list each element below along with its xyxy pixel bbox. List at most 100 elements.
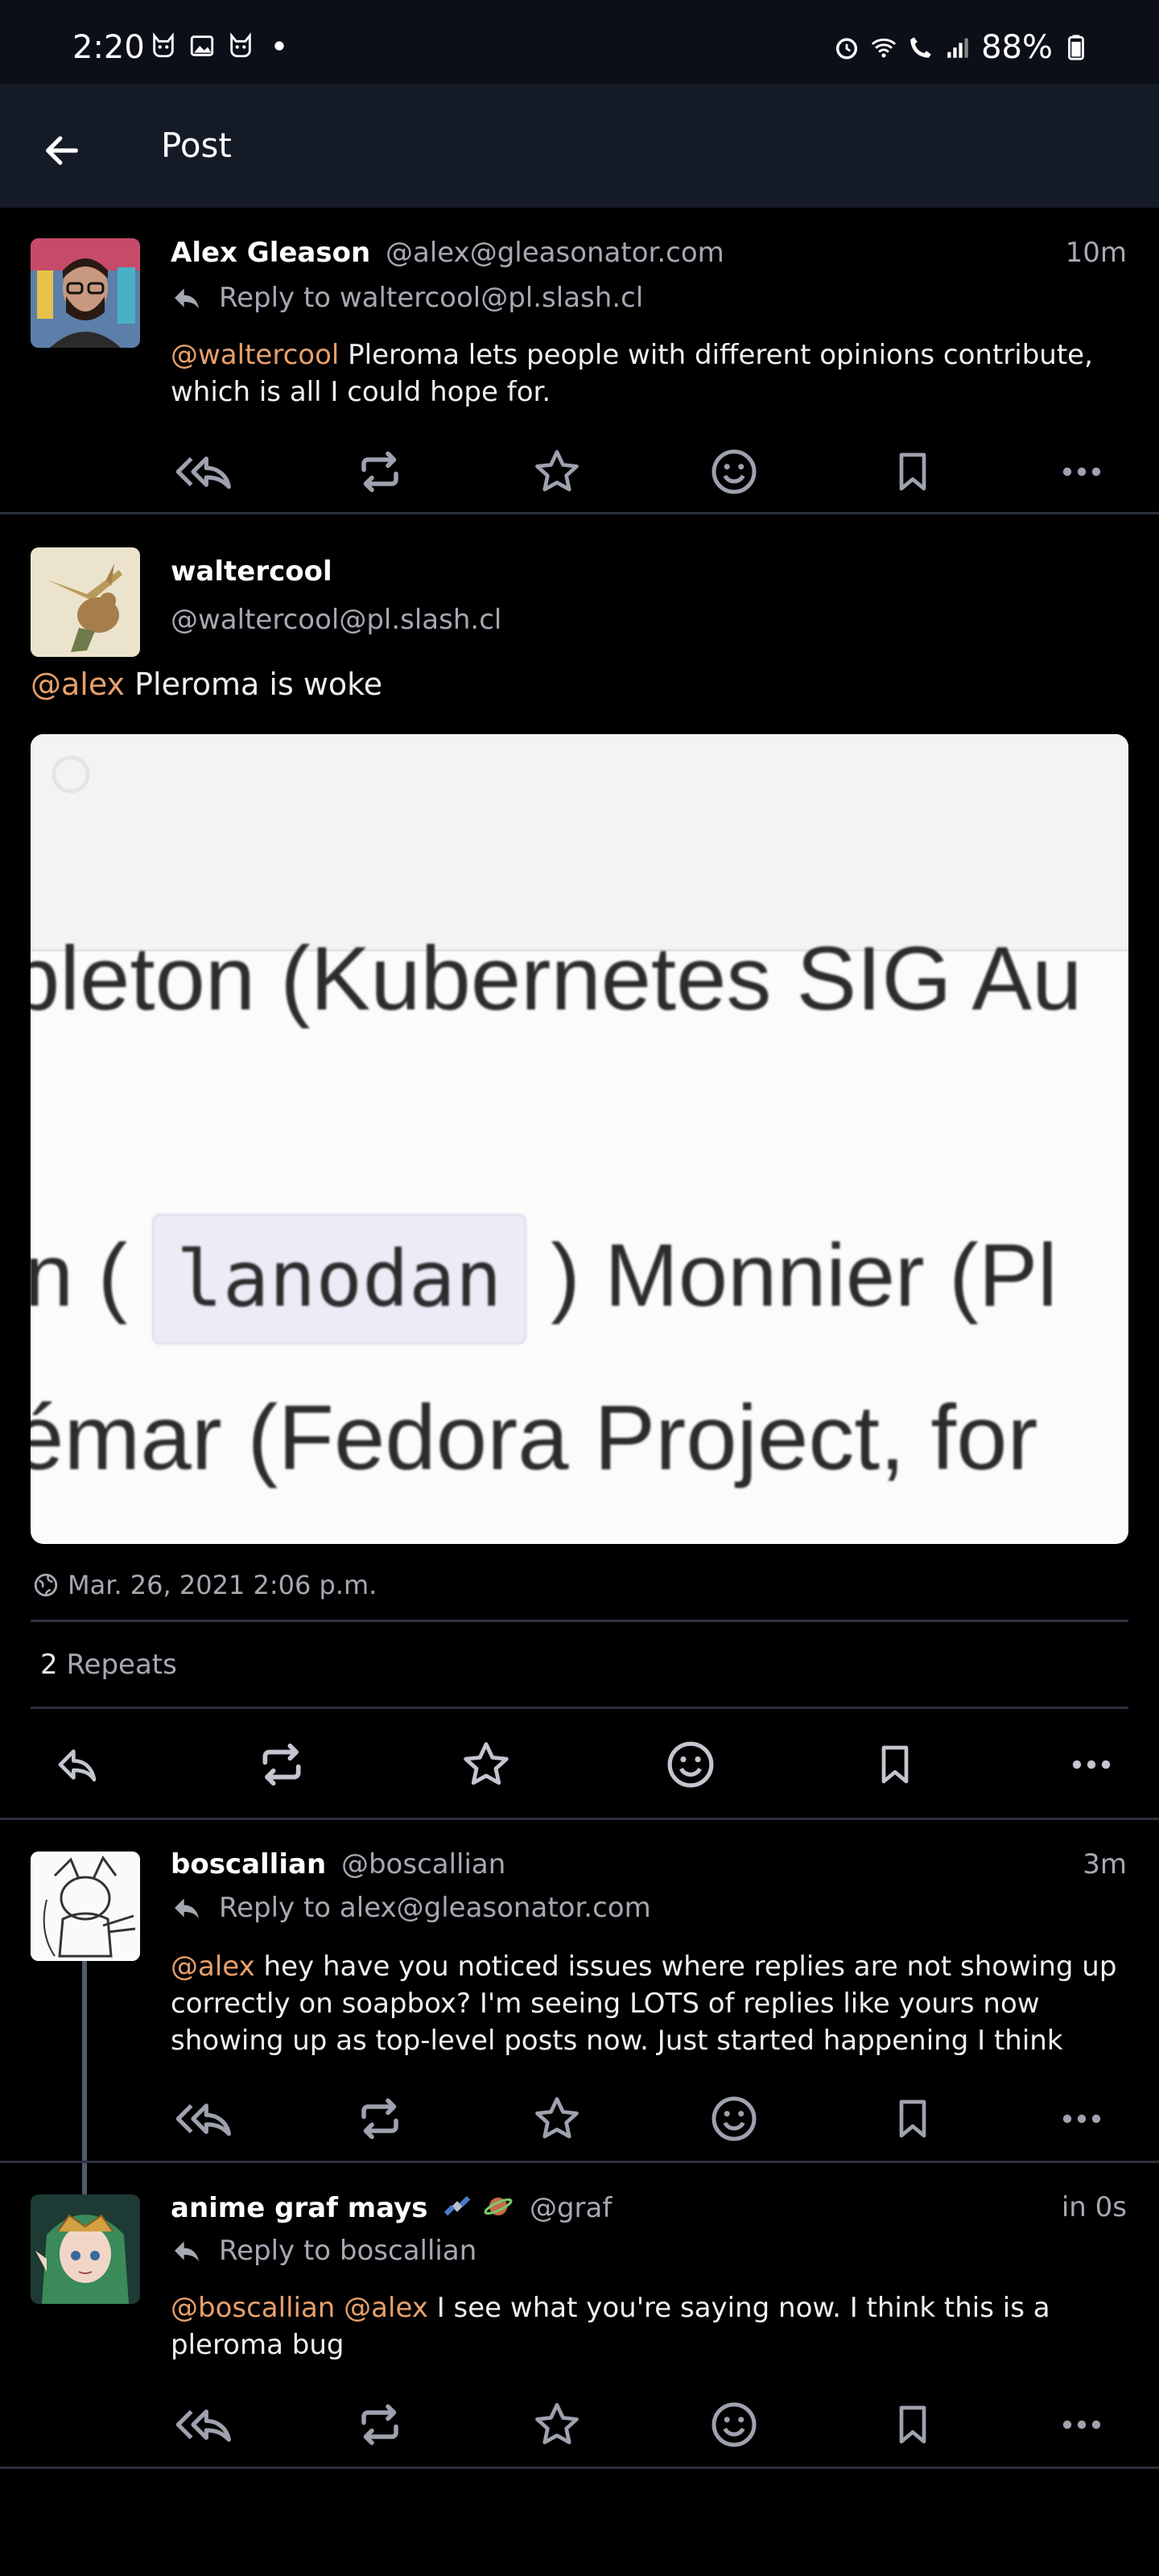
star-icon	[535, 2097, 579, 2139]
more-icon	[1062, 2114, 1101, 2124]
eye-icon[interactable]	[48, 752, 93, 797]
favourite-button[interactable]	[525, 440, 589, 504]
repost-button[interactable]	[250, 1732, 314, 1797]
notification-icons	[150, 32, 293, 60]
avatar-image	[31, 1852, 140, 1961]
more-button[interactable]	[1059, 1732, 1124, 1797]
reply-all-icon	[176, 2103, 231, 2136]
reply-all-icon	[176, 2409, 231, 2442]
user-handle-line[interactable]: @waltercool@pl.slash.cl	[171, 604, 501, 636]
emoji-icon	[667, 1741, 714, 1788]
more-icon	[1062, 467, 1101, 477]
call-icon	[910, 37, 931, 58]
more-button[interactable]	[1050, 440, 1114, 504]
avatar-image	[31, 2194, 140, 2304]
repost-icon	[361, 2098, 398, 2140]
post-date[interactable]: Mar. 26, 2021 2:06 p.m.	[32, 1570, 377, 1600]
reply-all-icon	[176, 456, 231, 489]
post-time[interactable]: 10m	[1066, 237, 1127, 269]
image-icon	[190, 35, 214, 56]
more-icon	[1062, 2420, 1101, 2429]
media-attachment[interactable]: pleton (Kubernetes SIG Au n ( lanodan ) …	[31, 734, 1128, 1544]
emoji-react-button[interactable]	[702, 440, 766, 504]
bookmark-icon	[899, 452, 926, 491]
media-text-line: émar (Fedora Project, for	[31, 1387, 1038, 1489]
bookmark-button[interactable]	[881, 440, 945, 504]
post-date-text: Mar. 26, 2021 2:06 p.m.	[68, 1570, 377, 1600]
more-button[interactable]	[1050, 2392, 1114, 2457]
globe-icon	[34, 1573, 58, 1597]
bookmark-button[interactable]	[863, 1732, 927, 1797]
reply-all-button[interactable]	[172, 2087, 237, 2151]
mention-link[interactable]: @boscallian @alex	[171, 2292, 428, 2324]
post-author[interactable]: Alex Gleason @alex@gleasonator.com	[171, 237, 724, 269]
star-icon	[535, 450, 579, 492]
emoji-icon	[711, 2096, 757, 2141]
media-header-band	[31, 734, 1128, 952]
main-post-actions	[0, 1732, 1159, 1797]
post-author[interactable]: anime graf mays @graf	[171, 2191, 612, 2224]
reply-post-ancestor[interactable]: Alex Gleason @alex@gleasonator.com 10m R…	[0, 208, 1159, 514]
display-name[interactable]: waltercool	[171, 555, 332, 588]
reply-post[interactable]: anime graf mays @graf in 0s Reply to bos…	[0, 2162, 1159, 2468]
reply-to-line[interactable]: Reply to boscallian	[171, 2235, 476, 2267]
bookmark-button[interactable]	[881, 2087, 945, 2151]
avatar[interactable]	[31, 547, 140, 657]
display-name[interactable]: boscallian	[171, 1848, 326, 1880]
reply-all-button[interactable]	[172, 2392, 237, 2457]
repost-button[interactable]	[348, 440, 412, 504]
favourite-button[interactable]	[454, 1732, 518, 1797]
repeats-count[interactable]: 2 Repeats	[40, 1649, 177, 1681]
post-content: @boscallian @alex I see what you're sayi…	[171, 2289, 1128, 2363]
planet-emoji-icon	[484, 2197, 513, 2216]
post-text: hey have you noticed issues where replie…	[171, 1951, 1117, 2057]
reply-button[interactable]	[45, 1732, 109, 1797]
divider	[31, 1620, 1128, 1622]
post-content: @alex hey have you noticed issues where …	[171, 1948, 1128, 2059]
emoji-react-button[interactable]	[702, 2392, 766, 2457]
more-button[interactable]	[1050, 2087, 1114, 2151]
battery-percent: 88%	[981, 29, 1053, 66]
repost-button[interactable]	[348, 2392, 412, 2457]
favourite-button[interactable]	[525, 2392, 589, 2457]
user-handle[interactable]: @graf	[530, 2192, 612, 2224]
display-name[interactable]: Alex Gleason	[171, 237, 370, 269]
bookmark-button[interactable]	[881, 2392, 945, 2457]
mention-link[interactable]: @alex	[31, 667, 125, 702]
wifi-icon	[871, 38, 897, 58]
emoji-react-button[interactable]	[658, 1732, 723, 1797]
avatar[interactable]	[31, 238, 140, 348]
post-time[interactable]: 3m	[1083, 1848, 1127, 1880]
emoji-icon	[711, 449, 757, 494]
emoji-react-button[interactable]	[702, 2087, 766, 2151]
post-author[interactable]: waltercool	[171, 555, 332, 588]
mention-link[interactable]: @waltercool	[171, 339, 339, 371]
favourite-button[interactable]	[525, 2087, 589, 2151]
mention-link[interactable]: @alex	[171, 1951, 255, 1983]
reply-icon	[175, 2241, 199, 2262]
post-content: @waltercool Pleroma lets people with dif…	[171, 336, 1128, 411]
app-bar: Post	[0, 84, 1159, 208]
repeats-number: 2	[40, 1649, 58, 1681]
user-handle[interactable]: @alex@gleasonator.com	[386, 237, 724, 269]
post-author[interactable]: boscallian @boscallian	[171, 1848, 505, 1880]
repost-button[interactable]	[348, 2087, 412, 2151]
avatar-image	[31, 238, 140, 348]
user-handle[interactable]: @waltercool@pl.slash.cl	[171, 604, 501, 636]
status-bar: 2:20 88%	[0, 0, 1159, 84]
user-handle[interactable]: @boscallian	[341, 1848, 505, 1880]
avatar[interactable]	[31, 1852, 140, 1961]
star-icon	[535, 2403, 579, 2445]
avatar[interactable]	[31, 2194, 140, 2304]
bookmark-icon	[881, 1745, 909, 1784]
display-name[interactable]: anime graf mays	[171, 2192, 428, 2224]
post-actions	[0, 2392, 1159, 2457]
media-text-line: n ( lanodan ) Monnier (Pl	[31, 1214, 1058, 1344]
reply-post[interactable]: boscallian @boscallian 3m Reply to alex@…	[0, 1818, 1159, 2162]
alarm-icon	[836, 38, 858, 60]
post-time[interactable]: in 0s	[1062, 2191, 1127, 2223]
reply-all-button[interactable]	[172, 440, 237, 504]
reply-to-line[interactable]: Reply to alex@gleasonator.com	[171, 1892, 651, 1924]
back-button[interactable]	[35, 124, 89, 177]
reply-to-line[interactable]: Reply to waltercool@pl.slash.cl	[171, 282, 643, 314]
